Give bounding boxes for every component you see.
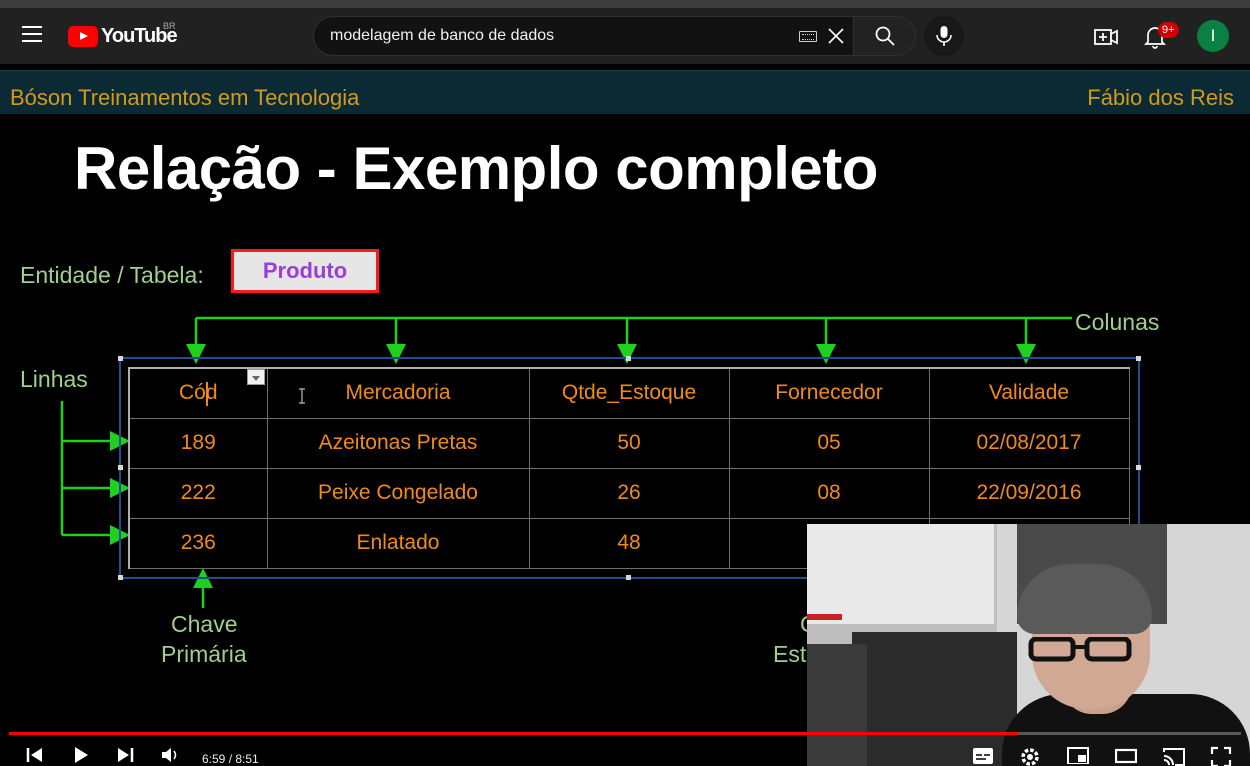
presenter-webcam-overlay <box>807 524 1250 766</box>
pk-label-line1: Chave <box>171 611 238 637</box>
table-cell: 50 <box>528 417 730 469</box>
play-icon[interactable] <box>72 746 90 764</box>
keyboard-icon[interactable] <box>799 31 817 42</box>
table-row: 222 Peixe Congelado 26 08 22/09/2016 <box>128 467 1130 519</box>
youtube-logo[interactable]: YouTube <box>68 25 178 47</box>
table-cell: 222 <box>128 467 268 519</box>
country-code: BR <box>163 21 176 31</box>
header-cell: Fornecedor <box>728 367 930 419</box>
pk-label-line2: Primária <box>161 641 247 667</box>
time-display: 6:59 / 8:51 <box>202 752 259 766</box>
voice-search-button[interactable] <box>924 16 964 56</box>
table-cell: 02/08/2017 <box>928 417 1130 469</box>
table-cell: 189 <box>128 417 268 469</box>
create-video-icon[interactable] <box>1093 24 1119 50</box>
table-cell: 22/09/2016 <box>928 467 1130 519</box>
subtitles-icon[interactable] <box>972 746 994 764</box>
microphone-icon <box>936 26 952 46</box>
youtube-masthead: YouTube BR 9+ I <box>0 8 1250 64</box>
table-cell: 48 <box>528 517 730 569</box>
red-marker <box>807 614 842 620</box>
player-controls: 6:59 / 8:51 <box>0 740 1250 766</box>
table-cell: 26 <box>528 467 730 519</box>
table-cell: Peixe Congelado <box>266 467 530 519</box>
search-box <box>313 16 853 56</box>
text-cursor-caret <box>206 382 208 406</box>
progress-bar[interactable] <box>9 732 1241 735</box>
miniplayer-icon[interactable] <box>1067 746 1089 764</box>
glasses-icon <box>1028 637 1132 662</box>
theater-mode-icon[interactable] <box>1115 746 1137 764</box>
account-avatar[interactable]: I <box>1197 20 1229 52</box>
settings-gear-icon[interactable] <box>1019 746 1041 766</box>
header-cell: Validade <box>928 367 1130 419</box>
table-header-row: Cód Mercadoria Qtde_Estoque Fornecedor V… <box>128 367 1130 419</box>
volume-icon[interactable] <box>160 746 182 764</box>
search-button[interactable] <box>853 16 916 56</box>
table-cell: 236 <box>128 517 268 569</box>
search-icon <box>875 26 895 46</box>
table-cell: 08 <box>728 467 930 519</box>
search-input[interactable] <box>330 17 790 55</box>
header-cell: Qtde_Estoque <box>528 367 730 419</box>
table-row: 189 Azeitonas Pretas 50 05 02/08/2017 <box>128 417 1130 469</box>
columns-label: Colunas <box>1075 309 1160 335</box>
table-cell: Enlatado <box>266 517 530 569</box>
cast-icon[interactable] <box>1162 746 1186 766</box>
presenter-hair <box>1017 564 1152 634</box>
fk-label-line2: Est <box>773 641 807 667</box>
header-cell: Mercadoria <box>266 367 530 419</box>
cell-dropdown-button[interactable] <box>247 369 265 385</box>
menu-icon[interactable] <box>22 26 42 46</box>
youtube-play-icon <box>68 25 98 47</box>
next-icon[interactable] <box>115 746 135 764</box>
i-beam-cursor-icon <box>299 388 305 404</box>
table-cell: Azeitonas Pretas <box>266 417 530 469</box>
browser-top-strip <box>0 0 1250 8</box>
rows-label: Linhas <box>20 366 88 392</box>
table-cell: 05 <box>728 417 930 469</box>
video-player[interactable]: Bóson Treinamentos em Tecnologia Fábio d… <box>0 64 1250 766</box>
whiteboard <box>807 524 997 624</box>
progress-played <box>9 732 1018 735</box>
clear-search-icon[interactable] <box>826 26 846 46</box>
fullscreen-icon[interactable] <box>1210 746 1232 766</box>
previous-icon[interactable] <box>25 746 45 764</box>
notifications-badge: 9+ <box>1158 22 1179 38</box>
